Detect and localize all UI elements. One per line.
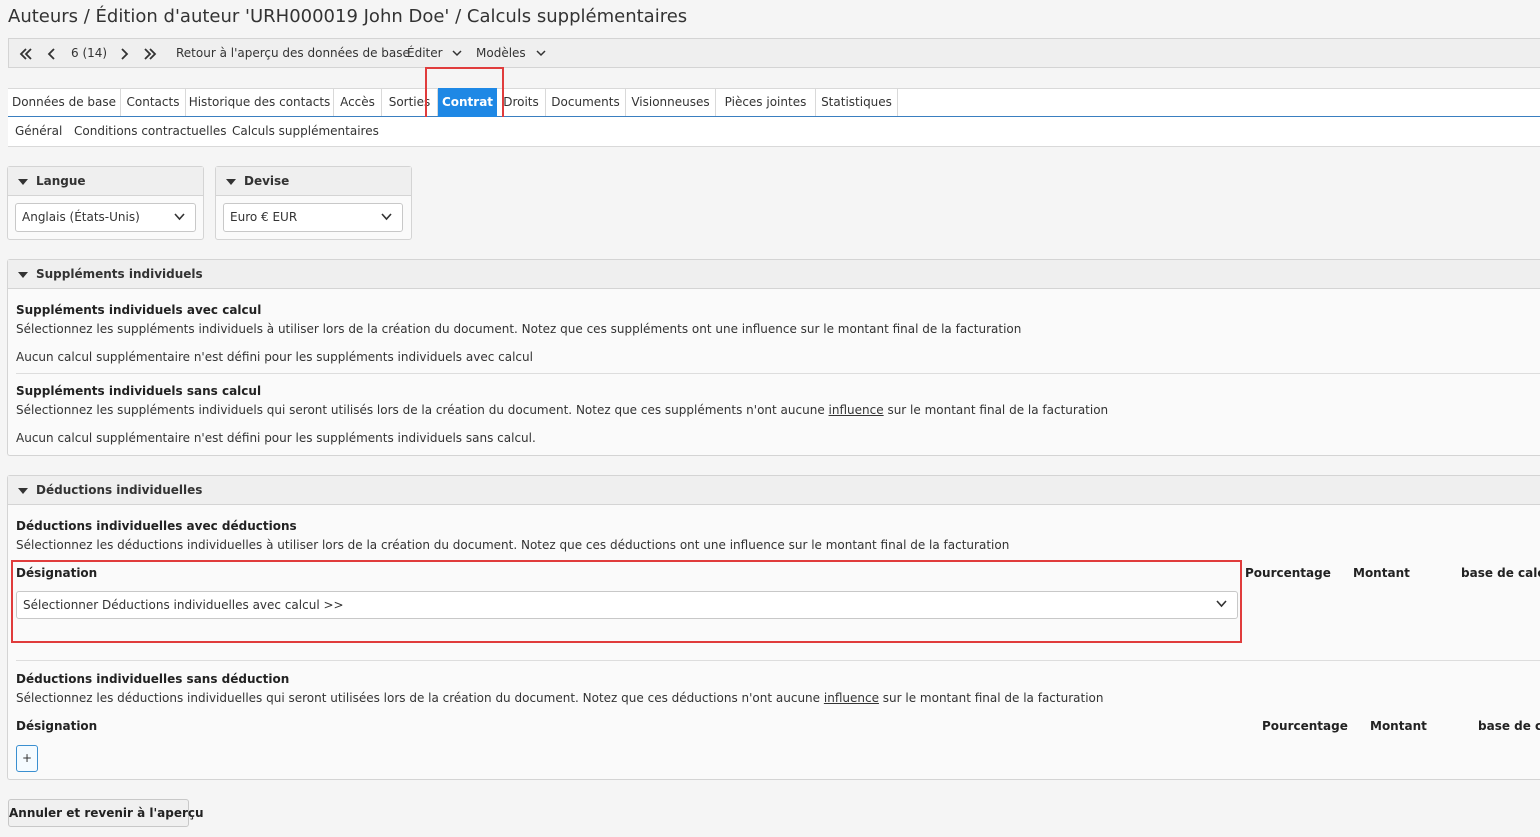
supplements-without-calc-heading: Suppléments individuels sans calcul bbox=[16, 384, 262, 398]
supplements-with-calc-description: Sélectionnez les suppléments individuels… bbox=[16, 322, 1022, 336]
description-text: sur le montant final de la facturation bbox=[882, 691, 1104, 705]
currency-panel-header[interactable]: Devise bbox=[216, 167, 411, 196]
tab-statistiques[interactable]: Statistiques bbox=[816, 89, 898, 116]
deductions-with-select[interactable]: Sélectionner Déductions individuelles av… bbox=[16, 591, 1238, 619]
description-text: Sélectionnez les suppléments individuels… bbox=[16, 403, 825, 417]
language-select[interactable]: Anglais (États-Unis) bbox=[15, 203, 196, 232]
supplements-with-calc-heading: Suppléments individuels avec calcul bbox=[16, 303, 262, 317]
subtab-calculs-supplementaires[interactable]: Calculs supplémentaires bbox=[232, 117, 379, 145]
supplements-panel: Suppléments individuels Suppléments indi… bbox=[7, 259, 1540, 456]
tab-historique-des-contacts[interactable]: Historique des contacts bbox=[186, 89, 334, 116]
record-position: 6 (14) bbox=[71, 46, 108, 60]
chevron-down-icon bbox=[381, 212, 392, 220]
edit-menu[interactable]: Éditer bbox=[407, 39, 462, 67]
language-panel-title: Langue bbox=[36, 174, 86, 188]
caret-down-icon bbox=[226, 178, 236, 185]
sub-tabs: Général Conditions contractuelles Calcul… bbox=[8, 117, 1540, 147]
cancel-and-return-button[interactable]: Annuler et revenir à l'aperçu bbox=[8, 799, 204, 827]
description-text: sur le montant final de la facturation bbox=[887, 403, 1109, 417]
language-panel: Langue Anglais (États-Unis) bbox=[7, 166, 204, 240]
deductions-without-heading: Déductions individuelles sans déduction bbox=[16, 672, 290, 686]
templates-menu[interactable]: Modèles bbox=[476, 39, 546, 67]
column-calculation-base: base de cal bbox=[1478, 719, 1540, 733]
page-title: Auteurs / Édition d'auteur 'URH000019 Jo… bbox=[8, 6, 688, 27]
tab-contrat[interactable]: Contrat bbox=[438, 88, 497, 117]
tab-contacts[interactable]: Contacts bbox=[121, 89, 186, 116]
influence-link[interactable]: influence bbox=[829, 403, 884, 417]
currency-select[interactable]: Euro € EUR bbox=[223, 203, 403, 232]
column-amount: Montant bbox=[1370, 719, 1427, 733]
back-to-overview-link[interactable]: Retour à l'aperçu des données de base bbox=[176, 39, 410, 67]
deductions-panel: Déductions individuelles Déductions indi… bbox=[7, 475, 1540, 780]
next-record-icon[interactable] bbox=[119, 39, 129, 67]
tab-droits[interactable]: Droits bbox=[497, 89, 546, 116]
tab-donnees-de-base[interactable]: Données de base bbox=[8, 89, 121, 116]
supplements-without-calc-empty: Aucun calcul supplémentaire n'est défini… bbox=[16, 431, 536, 445]
language-panel-header[interactable]: Langue bbox=[8, 167, 203, 196]
caret-down-icon bbox=[18, 487, 28, 494]
influence-link[interactable]: influence bbox=[824, 691, 879, 705]
tab-visionneuses[interactable]: Visionneuses bbox=[626, 89, 716, 116]
currency-panel: Devise Euro € EUR bbox=[215, 166, 412, 240]
supplements-panel-header[interactable]: Suppléments individuels bbox=[8, 260, 1540, 289]
divider bbox=[16, 373, 1540, 374]
deductions-with-heading: Déductions individuelles avec déductions bbox=[16, 519, 297, 533]
deductions-with-description: Sélectionnez les déductions individuelle… bbox=[16, 538, 1010, 552]
supplements-panel-title: Suppléments individuels bbox=[36, 267, 203, 281]
deductions-panel-title: Déductions individuelles bbox=[36, 483, 203, 497]
chevron-down-icon bbox=[452, 50, 462, 57]
chevron-down-icon bbox=[1216, 600, 1227, 608]
deductions-panel-header[interactable]: Déductions individuelles bbox=[8, 476, 1540, 505]
divider bbox=[16, 660, 1540, 661]
supplements-with-calc-empty: Aucun calcul supplémentaire n'est défini… bbox=[16, 350, 533, 364]
add-deduction-button[interactable]: + bbox=[16, 745, 38, 772]
chevron-down-icon bbox=[535, 50, 546, 57]
tab-acces[interactable]: Accès bbox=[334, 89, 382, 116]
column-designation: Désignation bbox=[16, 566, 98, 580]
language-select-value: Anglais (États-Unis) bbox=[22, 210, 140, 224]
column-designation: Désignation bbox=[16, 719, 98, 733]
deductions-without-description: Sélectionnez les déductions individuelle… bbox=[16, 691, 1103, 705]
caret-down-icon bbox=[18, 271, 28, 278]
main-tabs: Données de base Contacts Historique des … bbox=[8, 88, 1540, 117]
deductions-select-placeholder: Sélectionner Déductions individuelles av… bbox=[23, 598, 344, 612]
column-calculation-base: base de calcu bbox=[1461, 566, 1540, 580]
description-text: Sélectionnez les déductions individuelle… bbox=[16, 691, 821, 705]
supplements-without-calc-description: Sélectionnez les suppléments individuels… bbox=[16, 403, 1108, 417]
tab-sorties[interactable]: Sorties bbox=[382, 89, 438, 116]
edit-menu-label: Éditer bbox=[407, 46, 443, 60]
last-record-icon[interactable] bbox=[143, 39, 157, 67]
templates-menu-label: Modèles bbox=[476, 46, 526, 60]
column-amount: Montant bbox=[1353, 566, 1410, 580]
column-percentage: Pourcentage bbox=[1245, 566, 1331, 580]
column-percentage: Pourcentage bbox=[1262, 719, 1348, 733]
currency-select-value: Euro € EUR bbox=[230, 210, 298, 224]
previous-record-icon[interactable] bbox=[47, 39, 57, 67]
tab-documents[interactable]: Documents bbox=[546, 89, 626, 116]
first-record-icon[interactable] bbox=[19, 39, 33, 67]
subtab-general[interactable]: Général bbox=[15, 117, 62, 145]
caret-down-icon bbox=[18, 178, 28, 185]
record-toolbar: 6 (14) Retour à l'aperçu des données de … bbox=[8, 38, 1540, 68]
chevron-down-icon bbox=[174, 212, 185, 220]
tab-pieces-jointes[interactable]: Pièces jointes bbox=[716, 89, 816, 116]
subtab-conditions-contractuelles[interactable]: Conditions contractuelles bbox=[74, 117, 226, 145]
currency-panel-title: Devise bbox=[244, 174, 290, 188]
